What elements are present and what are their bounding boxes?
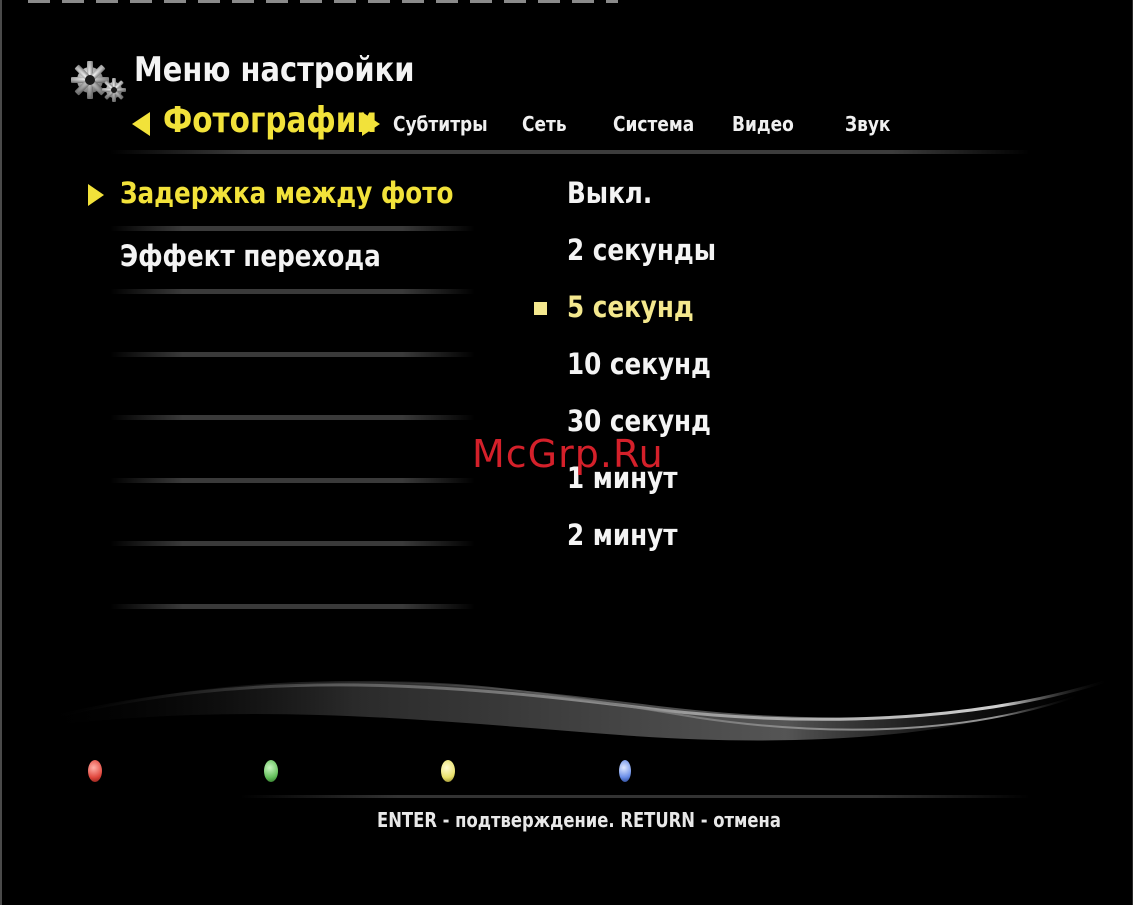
tab-video[interactable]: Видео [732,112,794,136]
menu-divider [110,226,475,231]
tab-prev-arrow-icon[interactable] [132,112,150,136]
blue-button-icon[interactable] [619,760,631,782]
option-2-seconds[interactable]: 2 секунды [567,233,716,267]
tab-network[interactable]: Сеть [522,112,567,136]
menu-item-photo-delay[interactable]: Задержка между фото [120,176,453,210]
gears-icon [71,61,126,102]
selected-marker-icon [534,302,547,315]
yellow-button-icon[interactable] [441,760,455,782]
option-off[interactable]: Выкл. [567,176,652,210]
footer-divider [240,795,1030,798]
option-5-seconds[interactable]: 5 секунд [567,290,694,324]
red-button-icon[interactable] [88,760,102,782]
header-divider [110,150,1030,154]
tab-system[interactable]: Система [613,112,694,136]
tab-sound[interactable]: Звук [845,112,890,136]
tab-active-photos[interactable]: Фотографии [163,100,377,141]
watermark: McGrp.Ru [472,432,664,476]
footer-hint: ENTER - подтверждение. RETURN - отмена [377,808,781,832]
menu-divider [110,415,475,420]
menu-divider [110,541,475,546]
decorative-swoosh [30,678,1111,741]
top-dashed-line [28,0,618,3]
menu-divider [110,604,475,609]
menu-divider [110,289,475,294]
menu-item-transition-effect[interactable]: Эффект перехода [120,239,381,273]
tab-subtitles[interactable]: Субтитры [393,112,488,136]
menu-divider [110,478,475,483]
page-title: Меню настройки [134,50,415,90]
green-button-icon[interactable] [264,760,278,782]
menu-divider [110,352,475,357]
menu-pointer-icon [88,184,104,206]
option-10-seconds[interactable]: 10 секунд [567,347,711,381]
tab-next-arrow-icon[interactable] [362,112,380,136]
option-2-minutes[interactable]: 2 минут [567,518,678,552]
